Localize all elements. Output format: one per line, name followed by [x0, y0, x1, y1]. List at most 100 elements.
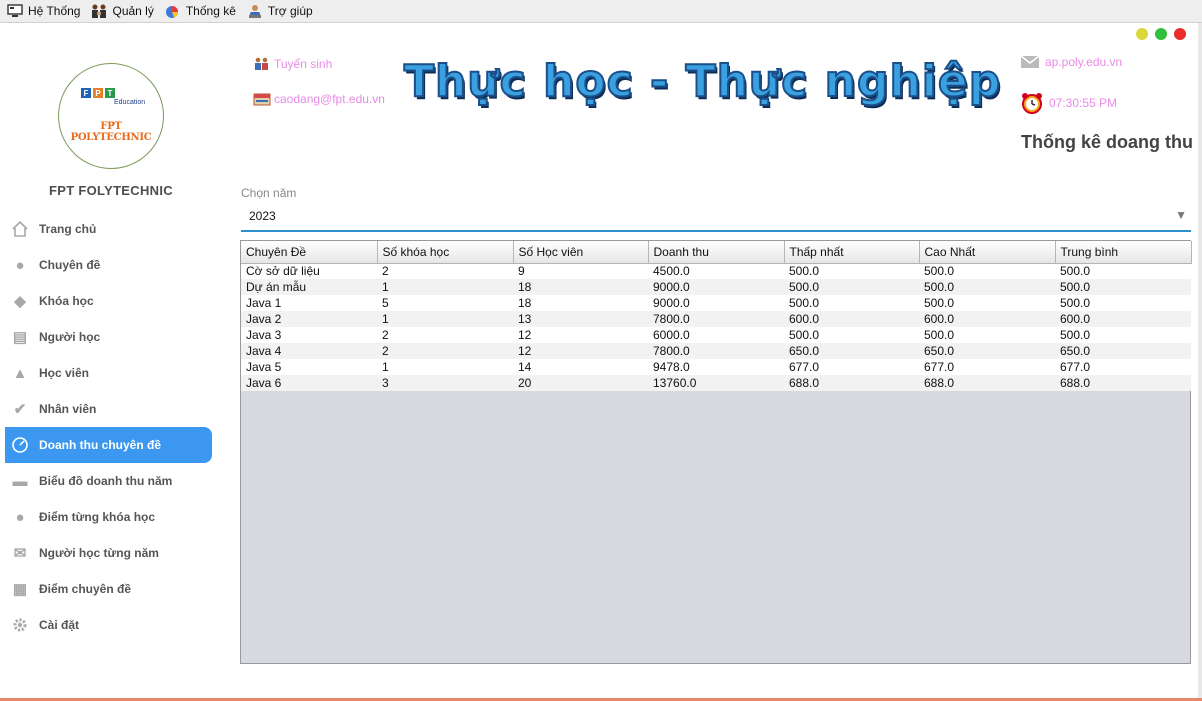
menu-statistics[interactable]: Thống kê [164, 3, 236, 19]
table-cell: 500.0 [919, 263, 1055, 279]
close-button[interactable] [1174, 28, 1186, 40]
table-row[interactable]: Java 4 2 12 7800.0 650.0 650.0 650.0 [241, 343, 1191, 359]
website-label: ap.poly.edu.vn [1045, 55, 1123, 69]
table-cell: 2 [377, 327, 513, 343]
sidebar-item-3[interactable]: ◆ Khóa học [5, 283, 212, 319]
mail-icon [1020, 54, 1042, 70]
table-cell: 500.0 [919, 279, 1055, 295]
sidebar-item-11[interactable]: ▦ Điểm chuyên đề [5, 571, 212, 607]
admissions-label: Tuyển sinh [274, 57, 333, 71]
maximize-button[interactable] [1155, 28, 1167, 40]
minimize-button[interactable] [1136, 28, 1148, 40]
sidebar-item-label: Học viên [39, 366, 90, 380]
table-body: Cờ sở dữ liệu 2 9 4500.0 500.0 500.0 500.0 Dự á… [241, 263, 1191, 391]
table-cell: 500.0 [784, 327, 919, 343]
sidebar-item-1[interactable]: Trang chủ [5, 211, 212, 247]
column-header[interactable]: Thấp nhất [784, 241, 920, 264]
table-cell: 5 [377, 295, 513, 311]
sidebar-item-label: Nhân viên [39, 402, 97, 416]
table-cell: 9000.0 [648, 295, 784, 311]
table-cell: 2 [377, 263, 513, 279]
books-icon: ▤ [12, 329, 28, 346]
table-cell: 500.0 [1055, 279, 1191, 295]
table-row[interactable]: Java 6 3 20 13760.0 688.0 688.0 688.0 [241, 375, 1191, 391]
menu-system-label: Hệ Thống [28, 4, 81, 18]
table-cell: 14 [513, 359, 648, 375]
admissions-link[interactable]: Tuyển sinh [253, 56, 332, 72]
table-row[interactable]: Java 3 2 12 6000.0 500.0 500.0 500.0 [241, 327, 1191, 343]
table-row[interactable]: Java 2 1 13 7800.0 600.0 600.0 600.0 [241, 311, 1191, 327]
table-cell: 2 [377, 343, 513, 359]
email-link[interactable]: caodang@fpt.edu.vn [253, 91, 385, 107]
table-cell: 600.0 [784, 311, 919, 327]
menu-system[interactable]: Hệ Thống [6, 3, 80, 19]
sidebar-item-8[interactable]: ▬ Biểu đồ doanh thu năm [5, 463, 212, 499]
table-cell: Java 5 [241, 359, 377, 375]
user-check-icon: ✔ [13, 401, 27, 418]
website-link[interactable]: ap.poly.edu.vn [1020, 54, 1122, 70]
year-label: Chọn năm [241, 186, 297, 200]
table-row[interactable]: Dự án mẫu 1 18 9000.0 500.0 500.0 500.0 [241, 279, 1191, 295]
sidebar-item-12[interactable]: Cài đặt [5, 607, 212, 643]
sidebar-item-label: Cài đặt [39, 618, 80, 632]
table-cell: 500.0 [1055, 295, 1191, 311]
table-cell: Java 1 [241, 295, 377, 311]
year-value: 2023 [249, 209, 276, 223]
table-cell: 500.0 [784, 263, 919, 279]
statistics-icon [164, 3, 182, 19]
fpt-logo: F P T Education FPT POLYTECHNIC [58, 63, 164, 169]
table-cell: 500.0 [1055, 327, 1191, 343]
sidebar-item-label: Trang chủ [39, 222, 97, 236]
table-cell: 650.0 [1055, 343, 1191, 359]
column-header[interactable]: Chuyên Đề [241, 241, 378, 264]
sidebar-item-label: Biểu đồ doanh thu năm [39, 474, 173, 488]
year-select[interactable]: 2023 ▼ [241, 202, 1191, 232]
gauge-icon [9, 435, 31, 455]
menu-help[interactable]: Trợ giúp [246, 3, 313, 19]
people-icon [253, 56, 271, 72]
slogan-banner: Thực học - Thực nghiệp [403, 55, 1002, 108]
sidebar-item-6[interactable]: ✔ Nhân viên [5, 391, 212, 427]
table-cell: Java 2 [241, 311, 377, 327]
sidebar-item-5[interactable]: ▲ Học viên [5, 355, 212, 391]
tag-icon: ◆ [14, 293, 26, 310]
email-label: caodang@fpt.edu.vn [274, 92, 385, 106]
sidebar-item-7[interactable]: Doanh thu chuyên đề [5, 427, 212, 463]
column-header[interactable]: Doanh thu [648, 241, 785, 264]
table-row[interactable]: Java 1 5 18 9000.0 500.0 500.0 500.0 [241, 295, 1191, 311]
table-cell: 688.0 [919, 375, 1055, 391]
table-cell: 1 [377, 359, 513, 375]
column-header[interactable]: Cao Nhất [919, 241, 1056, 264]
sidebar-item-label: Người học từng năm [39, 546, 159, 560]
column-header[interactable]: Số Học viên [513, 241, 649, 264]
table-cell: 688.0 [1055, 375, 1191, 391]
sidebar-item-4[interactable]: ▤ Người học [5, 319, 212, 355]
sidebar-item-2[interactable]: ● Chuyên đề [5, 247, 212, 283]
sidebar-item-10[interactable]: ✉ Người học từng năm [5, 535, 212, 571]
table-cell: 500.0 [919, 327, 1055, 343]
sidebar-item-label: Điểm chuyên đề [39, 582, 132, 596]
menu-management[interactable]: Quản lý [90, 3, 154, 19]
sidebar-item-label: Người học [39, 330, 101, 344]
table-cell: 688.0 [784, 375, 919, 391]
table-cell: Java 3 [241, 327, 377, 343]
column-header[interactable]: Số khóa học [377, 241, 514, 264]
money-icon: ▬ [12, 472, 28, 490]
table-cell: 600.0 [919, 311, 1055, 327]
table-cell: 3 [377, 375, 513, 391]
sidebar-item-9[interactable]: ● Điểm từng khóa học [5, 499, 212, 535]
column-header[interactable]: Trung bình [1055, 241, 1192, 264]
table-cell: Dự án mẫu [241, 279, 377, 295]
table-cell: 677.0 [784, 359, 919, 375]
table-cell: 9000.0 [648, 279, 784, 295]
revenue-table: Chuyên Đề Số khóa học Số Học viên Doanh thu… [240, 240, 1192, 664]
table-row[interactable]: Java 5 1 14 9478.0 677.0 677.0 677.0 [241, 359, 1191, 375]
table-cell: 9 [513, 263, 648, 279]
table-cell: 20 [513, 375, 648, 391]
table-row[interactable]: Cờ sở dữ liệu 2 9 4500.0 500.0 500.0 500.0 [241, 263, 1191, 279]
sidebar-item-label: Khóa học [39, 294, 94, 308]
table-cell: 1 [377, 311, 513, 327]
help-icon [246, 3, 264, 19]
home-icon [9, 219, 31, 239]
table-cell: 12 [513, 343, 648, 359]
